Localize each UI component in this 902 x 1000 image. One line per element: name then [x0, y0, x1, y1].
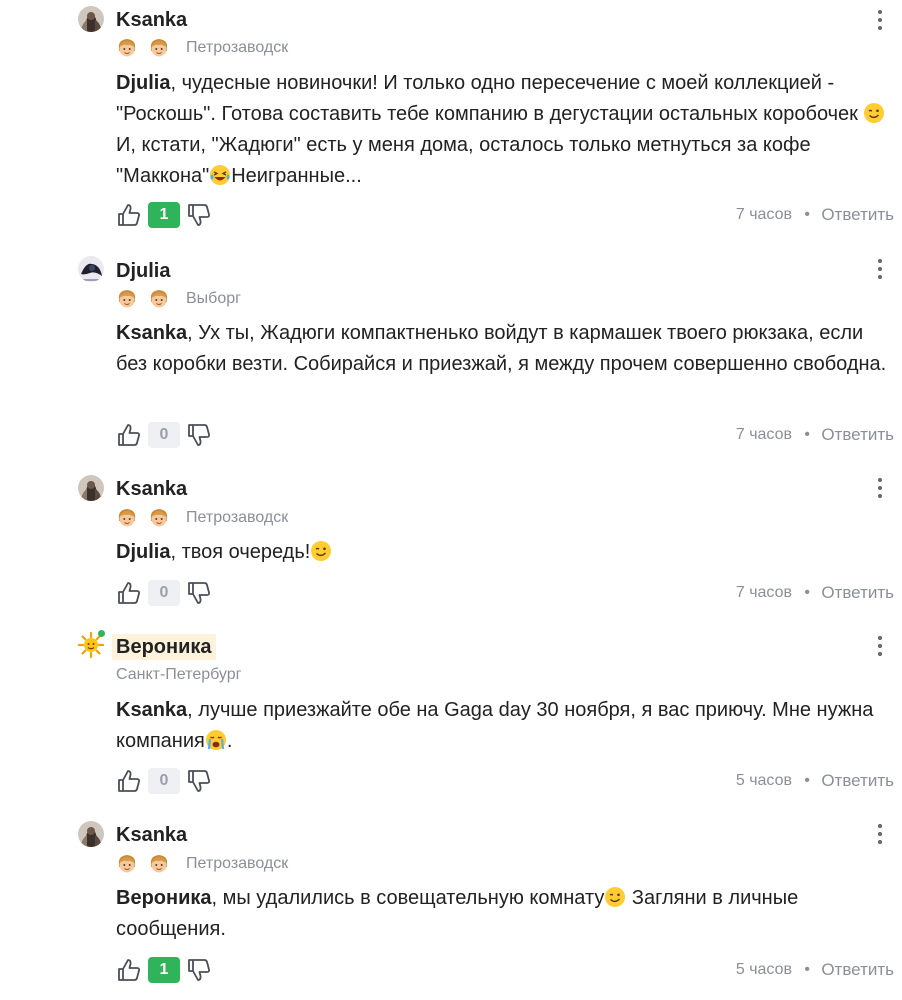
comment-author[interactable]: Djulia — [116, 258, 170, 284]
author-meta: Выборг — [116, 287, 241, 311]
thumbs-down-icon[interactable] — [186, 202, 212, 228]
separator-dot: • — [804, 584, 810, 601]
girl-face-badge-icon — [148, 288, 170, 310]
comment-text: Ksanka, Ух ты, Жадюги компактненько войд… — [116, 322, 887, 375]
mention-link[interactable]: Вероника — [116, 887, 212, 909]
avatar[interactable] — [78, 630, 105, 658]
avatar[interactable] — [78, 475, 104, 501]
author-city: Санкт-Петербург — [116, 666, 242, 683]
comment-text: Вероника, мы удалились в совещательную к… — [116, 886, 799, 940]
comment-text: Djulia, чудесные новиночки! И только одн… — [116, 68, 896, 192]
girl-face-badge-icon — [116, 853, 138, 875]
comment-time: 7 часов — [735, 206, 792, 223]
comment-time: 7 часов — [735, 584, 792, 601]
girl-face-badge-icon — [148, 853, 170, 875]
author-city: Петрозаводск — [186, 509, 289, 526]
online-indicator — [98, 630, 105, 637]
thumbs-down-icon[interactable] — [186, 422, 212, 448]
rating-score: 0 — [148, 422, 180, 448]
reply-button[interactable]: Ответить — [821, 770, 894, 792]
avatar[interactable] — [78, 256, 104, 282]
separator-dot: • — [804, 426, 810, 443]
thumbs-down-icon[interactable] — [186, 957, 212, 983]
girl-face-badge-icon — [148, 507, 170, 529]
more-vertical-icon[interactable] — [868, 820, 892, 848]
more-vertical-icon[interactable] — [868, 474, 892, 502]
wink-emoji — [863, 102, 885, 124]
comment-time: 5 часов — [735, 772, 792, 789]
crying-emoji — [205, 729, 227, 751]
mention-link[interactable]: Djulia — [116, 72, 170, 94]
comment-actions: 0 5 часов • Ответить — [0, 766, 902, 796]
thumbs-up-icon[interactable] — [116, 580, 142, 606]
mention-link[interactable]: Djulia — [116, 541, 170, 563]
comment-actions: 0 7 часов • Ответить — [0, 578, 902, 608]
more-vertical-icon[interactable] — [868, 255, 892, 283]
reply-button[interactable]: Ответить — [821, 424, 894, 446]
rofl-emoji — [209, 164, 231, 186]
rating-score: 0 — [148, 768, 180, 794]
comment-author[interactable]: Ksanka — [116, 7, 187, 33]
comment-actions: 1 7 часов • Ответить — [0, 200, 902, 230]
comment-author[interactable]: Вероника — [112, 634, 216, 660]
comment-author[interactable]: Ksanka — [116, 822, 187, 848]
wink-emoji — [604, 886, 626, 908]
comment-actions: 1 5 часов • Ответить — [0, 955, 902, 985]
thumbs-up-icon[interactable] — [116, 957, 142, 983]
author-city: Петрозаводск — [186, 39, 289, 56]
wink-emoji — [310, 540, 332, 562]
avatar[interactable] — [78, 821, 104, 847]
separator-dot: • — [804, 961, 810, 978]
thumbs-up-icon[interactable] — [116, 768, 142, 794]
rating-score: 1 — [148, 202, 180, 228]
thumbs-down-icon[interactable] — [186, 768, 212, 794]
comment-text: Ksanka, лучше приезжайте обе на Gaga day… — [116, 699, 874, 752]
reply-button[interactable]: Ответить — [821, 959, 894, 981]
mention-link[interactable]: Ksanka — [116, 322, 187, 344]
author-meta: Петрозаводск — [116, 506, 288, 530]
mention-link[interactable]: Ksanka — [116, 699, 187, 721]
girl-face-badge-icon — [148, 37, 170, 59]
comment-actions: 0 7 часов • Ответить — [0, 420, 902, 450]
separator-dot: • — [804, 772, 810, 789]
girl-face-badge-icon — [116, 507, 138, 529]
avatar[interactable] — [78, 6, 104, 32]
thumbs-up-icon[interactable] — [116, 422, 142, 448]
rating-score: 1 — [148, 957, 180, 983]
author-meta: Петрозаводск — [116, 852, 288, 876]
comment-text: Djulia, твоя очередь! — [116, 537, 896, 568]
more-vertical-icon[interactable] — [868, 6, 892, 34]
author-city: Выборг — [186, 290, 241, 307]
girl-face-badge-icon — [116, 288, 138, 310]
comment-author[interactable]: Ksanka — [116, 476, 187, 502]
thumbs-up-icon[interactable] — [116, 202, 142, 228]
rating-score: 0 — [148, 580, 180, 606]
author-meta: Санкт-Петербург — [116, 663, 241, 687]
girl-face-badge-icon — [116, 37, 138, 59]
author-meta: Петрозаводск — [116, 36, 288, 60]
author-city: Петрозаводск — [186, 855, 289, 872]
thumbs-down-icon[interactable] — [186, 580, 212, 606]
comment-time: 7 часов — [735, 426, 792, 443]
reply-button[interactable]: Ответить — [821, 582, 894, 604]
comment-time: 5 часов — [735, 961, 792, 978]
separator-dot: • — [804, 206, 810, 223]
reply-button[interactable]: Ответить — [821, 204, 894, 226]
more-vertical-icon[interactable] — [868, 632, 892, 660]
